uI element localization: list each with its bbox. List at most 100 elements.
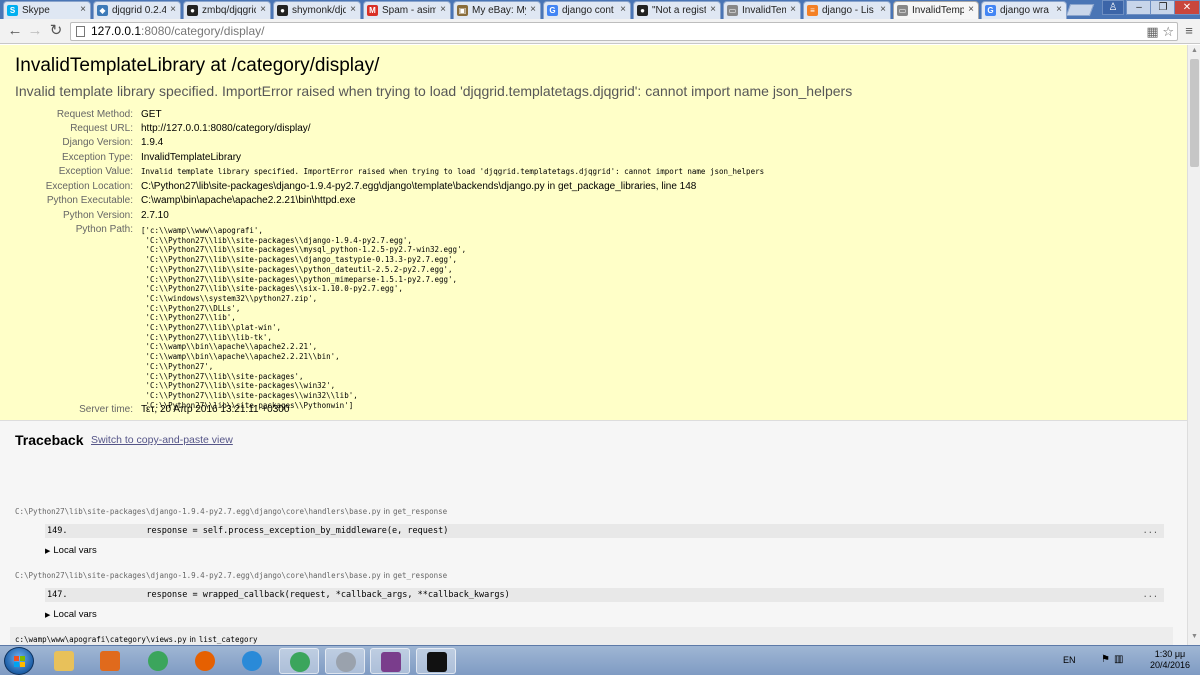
stackoverflow-icon: ≡ [807, 5, 818, 16]
close-tab-icon[interactable]: × [1056, 4, 1062, 15]
user-profile-icon[interactable]: ♙ [1102, 0, 1124, 15]
info-label: Python Executable: [46, 195, 133, 206]
browser-tab-label: zmbq/djqgrid [202, 5, 256, 16]
switch-to-copy-paste-link[interactable]: Switch to copy-and-paste view [91, 434, 233, 446]
browser-tab-label: django cont [562, 5, 614, 16]
chrome-menu-icon[interactable]: ≡ [1182, 22, 1196, 40]
info-label: Exception Type: [62, 152, 133, 163]
ie-icon [242, 651, 262, 671]
python-icon: ◆ [97, 5, 108, 16]
address-bar[interactable]: 127.0.0.1:8080/category/display/ ▦ ☆ [70, 22, 1178, 41]
info-value: InvalidTemplateLibrary [141, 152, 242, 163]
browser-tab[interactable]: Gdjango cont × [543, 1, 631, 19]
browser-tab-label: "Not a regist [652, 5, 706, 16]
taskbar-app-button[interactable] [44, 648, 84, 674]
close-window-button[interactable]: ✕ [1174, 0, 1200, 15]
request-info-row: Exception Location: C:\Python27\lib\site-… [0, 180, 1187, 194]
translate-icon[interactable]: ▦ [1146, 24, 1158, 39]
scrollbar-thumb[interactable] [1190, 59, 1199, 167]
browser-tab[interactable]: ● "Not a regist × [633, 1, 721, 19]
taskbar-app-button[interactable] [279, 648, 319, 674]
taskbar-app-button[interactable] [185, 648, 225, 674]
close-tab-icon[interactable]: × [710, 4, 716, 15]
ebay-icon: ▣ [457, 5, 468, 16]
close-tab-icon[interactable]: × [170, 4, 176, 15]
browser-tab[interactable]: ● shymonk/djqgrid × [273, 1, 361, 19]
close-tab-icon[interactable]: × [80, 4, 86, 15]
local-vars-toggle[interactable]: ▶ Local vars [45, 545, 97, 556]
line-number: 147. [47, 590, 68, 600]
error-subtitle: Invalid template library specified. Impo… [15, 83, 853, 99]
info-value: 1.9.4 [141, 137, 164, 148]
request-info-row: Exception Type: InvalidTemplateLibrary [0, 151, 1187, 165]
browser-tab[interactable]: ▭ InvalidTemp × [893, 1, 979, 19]
close-tab-icon[interactable]: × [530, 4, 536, 15]
close-tab-icon[interactable]: × [790, 4, 796, 15]
code-context-line[interactable]: 149. response = self.process_exception_b… [45, 524, 1164, 538]
taskbar-app-button[interactable] [416, 648, 456, 674]
start-button[interactable] [4, 647, 34, 675]
browser-tab[interactable]: ≡ django - Lis × [803, 1, 891, 19]
taskbar-app-button[interactable] [90, 648, 130, 674]
scroll-down-arrow-icon[interactable]: ▼ [1190, 633, 1199, 640]
close-tab-icon[interactable]: × [350, 4, 356, 15]
browser-tab[interactable]: M Spam - asimos × [363, 1, 451, 19]
browser-tab[interactable]: ● zmbq/djqgrid × [183, 1, 271, 19]
browser-tab[interactable]: Gdjango wra × [981, 1, 1067, 19]
browser-tab-strip: ♙ – ❐ ✕ S Skype × ◆ djqgrid 0.2.4 × ● zmbq/djqg… [0, 0, 1200, 19]
browser-tab[interactable]: S Skype × [3, 1, 91, 19]
clock[interactable]: 1:30 μμ 20/4/2016 [1145, 649, 1195, 671]
frame-function: get_response [392, 571, 448, 580]
traceback-section: Traceback Switch to copy-and-paste view … [0, 421, 1187, 645]
browser-tab-label: shymonk/djqgrid [292, 5, 346, 16]
minimize-window-button[interactable]: – [1126, 0, 1152, 15]
close-tab-icon[interactable]: × [260, 4, 266, 15]
close-tab-icon[interactable]: × [968, 4, 974, 15]
taskbar-app-button[interactable] [370, 648, 410, 674]
browser-tab[interactable]: ▭ InvalidTemp × [723, 1, 801, 19]
skype-icon: S [7, 5, 18, 16]
reload-button[interactable]: ↻ [47, 22, 65, 40]
local-vars-label: Local vars [53, 545, 97, 556]
winrar-icon [381, 652, 401, 672]
info-value: Invalid template library specified. Impo… [141, 167, 765, 176]
info-value: 2.7.10 [141, 210, 169, 221]
close-tab-icon[interactable]: × [620, 4, 626, 15]
close-tab-icon[interactable]: × [440, 4, 446, 15]
taskbar-app-button[interactable] [138, 648, 178, 674]
maximize-window-button[interactable]: ❐ [1150, 0, 1176, 15]
local-vars-toggle[interactable]: ▶ Local vars [45, 609, 97, 620]
request-info-row: Exception Value: Invalid template library… [0, 165, 1187, 179]
expand-context-dots[interactable]: ... [1143, 524, 1158, 538]
browser-tab-label: Spam - asimos [382, 5, 436, 16]
info-value: C:\wamp\bin\apache\apache2.2.21\bin\http… [141, 195, 356, 206]
forward-button[interactable]: → [26, 22, 44, 40]
info-value: GET [141, 109, 162, 120]
taskbar-app-button[interactable] [232, 648, 272, 674]
scroll-up-arrow-icon[interactable]: ▲ [1190, 47, 1199, 54]
browser-tab[interactable]: ◆ djqgrid 0.2.4 × [93, 1, 181, 19]
back-button[interactable]: ← [6, 22, 24, 40]
frame-in-word: in [383, 507, 390, 516]
code-context-line[interactable]: 147. response = wrapped_callback(request… [45, 588, 1164, 602]
clock-date: 20/4/2016 [1149, 660, 1191, 670]
info-label: Exception Location: [45, 181, 133, 192]
language-indicator[interactable]: EN [1063, 655, 1076, 665]
firefox-icon [195, 651, 215, 671]
browser-tab-label: djqgrid 0.2.4 [112, 5, 166, 16]
server-time-row: Server time: Τετ, 20 Απρ 2016 13:21:11 +0… [0, 403, 1187, 417]
taskbar-app-button[interactable] [325, 648, 365, 674]
expand-context-dots[interactable]: ... [1143, 588, 1158, 602]
browser-tab-label: My eBay: My [472, 5, 526, 16]
google-icon: G [985, 5, 996, 16]
browser-tab[interactable]: ▣ My eBay: My × [453, 1, 541, 19]
info-value: C:\Python27\lib\site-packages\django-1.9… [141, 181, 697, 192]
request-info-row: Request Method: GET [0, 108, 1187, 122]
info-label: Request URL: [70, 123, 133, 134]
close-tab-icon[interactable]: × [880, 4, 886, 15]
gmail-icon: M [367, 5, 378, 16]
vertical-scrollbar[interactable]: ▲ ▼ [1187, 45, 1200, 645]
tray-icons[interactable]: ⚑▥ [1101, 654, 1127, 665]
new-tab-button[interactable] [1065, 4, 1095, 16]
bookmark-star-icon[interactable]: ☆ [1162, 24, 1174, 39]
